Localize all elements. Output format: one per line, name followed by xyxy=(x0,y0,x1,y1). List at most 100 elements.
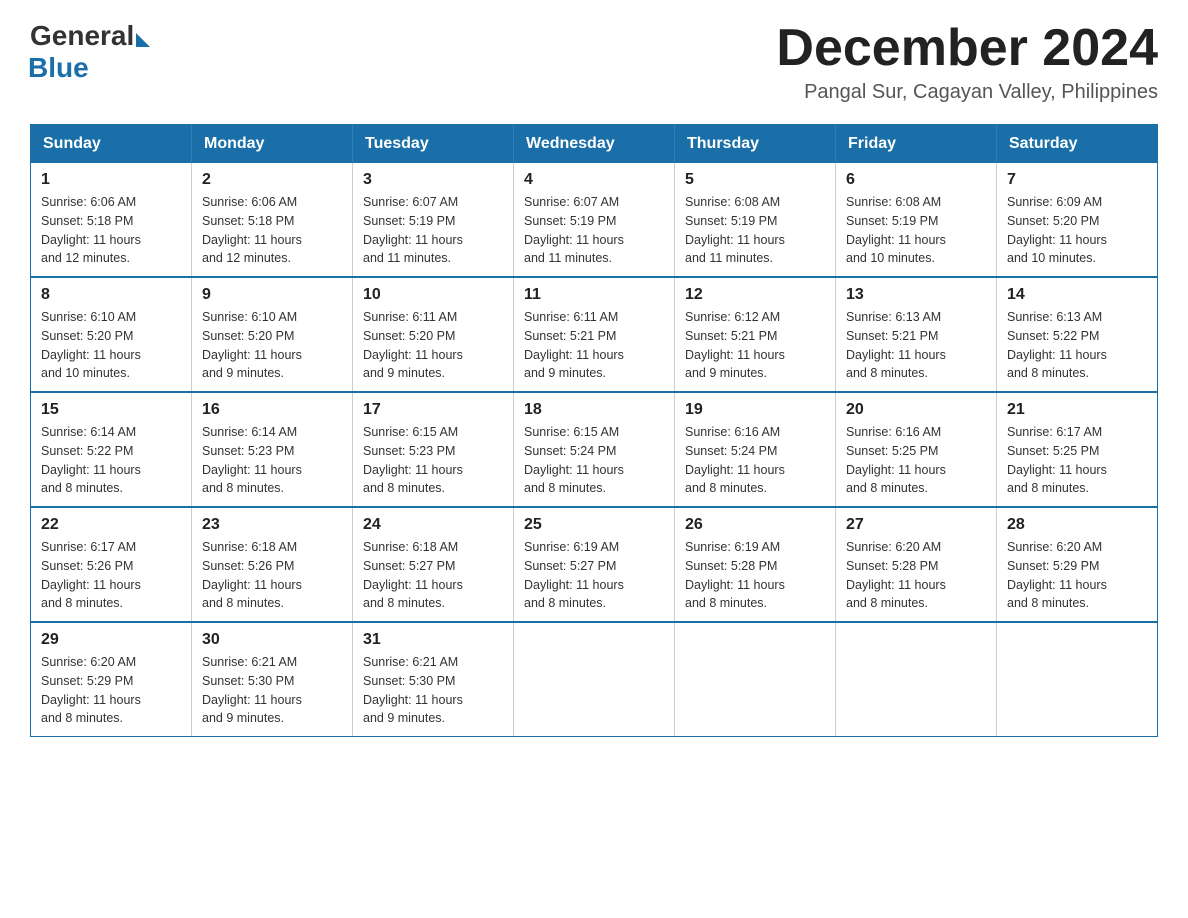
calendar-cell: 15Sunrise: 6:14 AMSunset: 5:22 PMDayligh… xyxy=(31,392,192,507)
day-info: Sunrise: 6:07 AMSunset: 5:19 PMDaylight:… xyxy=(524,193,664,268)
day-info: Sunrise: 6:14 AMSunset: 5:23 PMDaylight:… xyxy=(202,423,342,498)
day-info: Sunrise: 6:11 AMSunset: 5:21 PMDaylight:… xyxy=(524,308,664,383)
calendar-cell: 23Sunrise: 6:18 AMSunset: 5:26 PMDayligh… xyxy=(192,507,353,622)
calendar-week-row: 22 Sunrise: 6:17 AMSunset: 5:26 PMDayligh… xyxy=(31,507,1158,622)
day-info: Sunrise: 6:18 AMSunset: 5:26 PMDaylight:… xyxy=(202,538,342,613)
day-number: 8 xyxy=(41,286,181,304)
calendar-cell: 16 Sunrise: 6:14 AMSunset: 5:23 PMDayligh… xyxy=(192,392,353,507)
weekday-header-saturday: Saturday xyxy=(997,125,1158,164)
calendar-cell: 29 Sunrise: 6:20 AMSunset: 5:29 PMDayligh… xyxy=(31,622,192,737)
calendar-cell: 20 Sunrise: 6:16 AMSunset: 5:25 PMDayligh… xyxy=(836,392,997,507)
calendar-cell: 21 Sunrise: 6:17 AMSunset: 5:25 PMDayligh… xyxy=(997,392,1158,507)
calendar-cell: 24 Sunrise: 6:18 AMSunset: 5:27 PMDayligh… xyxy=(353,507,514,622)
day-number: 25 xyxy=(524,516,664,534)
day-number: 22 xyxy=(41,516,181,534)
day-info: Sunrise: 6:19 AMSunset: 5:28 PMDaylight:… xyxy=(685,538,825,613)
day-info: Sunrise: 6:10 AMSunset: 5:20 PMDaylight:… xyxy=(41,308,181,383)
calendar-cell: 8 Sunrise: 6:10 AMSunset: 5:20 PMDaylight… xyxy=(31,277,192,392)
calendar-cell: 7 Sunrise: 6:09 AMSunset: 5:20 PMDaylight… xyxy=(997,163,1158,277)
day-number: 14 xyxy=(1007,286,1147,304)
day-number: 16 xyxy=(202,401,342,419)
weekday-header-thursday: Thursday xyxy=(675,125,836,164)
calendar-cell: 3 Sunrise: 6:07 AMSunset: 5:19 PMDaylight… xyxy=(353,163,514,277)
calendar-cell: 25 Sunrise: 6:19 AMSunset: 5:27 PMDayligh… xyxy=(514,507,675,622)
day-number: 19 xyxy=(685,401,825,419)
calendar-cell: 31 Sunrise: 6:21 AMSunset: 5:30 PMDayligh… xyxy=(353,622,514,737)
calendar-cell xyxy=(675,622,836,737)
calendar-cell: 6Sunrise: 6:08 AMSunset: 5:19 PMDaylight… xyxy=(836,163,997,277)
day-number: 6 xyxy=(846,171,986,189)
day-number: 10 xyxy=(363,286,503,304)
day-info: Sunrise: 6:07 AMSunset: 5:19 PMDaylight:… xyxy=(363,193,503,268)
day-number: 1 xyxy=(41,171,181,189)
day-number: 21 xyxy=(1007,401,1147,419)
day-info: Sunrise: 6:09 AMSunset: 5:20 PMDaylight:… xyxy=(1007,193,1147,268)
calendar-cell: 28 Sunrise: 6:20 AMSunset: 5:29 PMDayligh… xyxy=(997,507,1158,622)
day-info: Sunrise: 6:21 AMSunset: 5:30 PMDaylight:… xyxy=(202,653,342,728)
day-info: Sunrise: 6:19 AMSunset: 5:27 PMDaylight:… xyxy=(524,538,664,613)
day-number: 29 xyxy=(41,631,181,649)
day-number: 30 xyxy=(202,631,342,649)
calendar-cell: 13Sunrise: 6:13 AMSunset: 5:21 PMDayligh… xyxy=(836,277,997,392)
day-info: Sunrise: 6:16 AMSunset: 5:25 PMDaylight:… xyxy=(846,423,986,498)
day-info: Sunrise: 6:18 AMSunset: 5:27 PMDaylight:… xyxy=(363,538,503,613)
calendar-cell: 19Sunrise: 6:16 AMSunset: 5:24 PMDayligh… xyxy=(675,392,836,507)
day-number: 7 xyxy=(1007,171,1147,189)
weekday-header-friday: Friday xyxy=(836,125,997,164)
calendar-week-row: 1 Sunrise: 6:06 AMSunset: 5:18 PMDaylight… xyxy=(31,163,1158,277)
calendar-cell: 18 Sunrise: 6:15 AMSunset: 5:24 PMDayligh… xyxy=(514,392,675,507)
day-info: Sunrise: 6:08 AMSunset: 5:19 PMDaylight:… xyxy=(685,193,825,268)
weekday-header-sunday: Sunday xyxy=(31,125,192,164)
calendar-cell xyxy=(514,622,675,737)
day-number: 20 xyxy=(846,401,986,419)
day-number: 4 xyxy=(524,171,664,189)
location-title: Pangal Sur, Cagayan Valley, Philippines xyxy=(776,81,1158,104)
calendar-cell: 17Sunrise: 6:15 AMSunset: 5:23 PMDayligh… xyxy=(353,392,514,507)
month-title: December 2024 xyxy=(776,20,1158,77)
calendar-week-row: 29 Sunrise: 6:20 AMSunset: 5:29 PMDayligh… xyxy=(31,622,1158,737)
calendar-cell: 12Sunrise: 6:12 AMSunset: 5:21 PMDayligh… xyxy=(675,277,836,392)
calendar-cell: 2Sunrise: 6:06 AMSunset: 5:18 PMDaylight… xyxy=(192,163,353,277)
day-info: Sunrise: 6:15 AMSunset: 5:24 PMDaylight:… xyxy=(524,423,664,498)
calendar-cell xyxy=(997,622,1158,737)
day-info: Sunrise: 6:14 AMSunset: 5:22 PMDaylight:… xyxy=(41,423,181,498)
day-number: 31 xyxy=(363,631,503,649)
calendar-cell: 4 Sunrise: 6:07 AMSunset: 5:19 PMDaylight… xyxy=(514,163,675,277)
day-info: Sunrise: 6:20 AMSunset: 5:29 PMDaylight:… xyxy=(1007,538,1147,613)
title-section: December 2024 Pangal Sur, Cagayan Valley… xyxy=(776,20,1158,104)
logo: General Blue xyxy=(30,20,150,84)
logo-general-text: General xyxy=(30,20,134,52)
day-number: 17 xyxy=(363,401,503,419)
day-info: Sunrise: 6:20 AMSunset: 5:28 PMDaylight:… xyxy=(846,538,986,613)
day-info: Sunrise: 6:20 AMSunset: 5:29 PMDaylight:… xyxy=(41,653,181,728)
day-info: Sunrise: 6:13 AMSunset: 5:22 PMDaylight:… xyxy=(1007,308,1147,383)
calendar-cell: 26 Sunrise: 6:19 AMSunset: 5:28 PMDayligh… xyxy=(675,507,836,622)
day-number: 26 xyxy=(685,516,825,534)
calendar-cell: 1Sunrise: 6:06 AMSunset: 5:18 PMDaylight… xyxy=(31,163,192,277)
calendar-cell: 5 Sunrise: 6:08 AMSunset: 5:19 PMDaylight… xyxy=(675,163,836,277)
page-header: General Blue December 2024 Pangal Sur, C… xyxy=(30,20,1158,104)
day-info: Sunrise: 6:12 AMSunset: 5:21 PMDaylight:… xyxy=(685,308,825,383)
calendar-week-row: 15Sunrise: 6:14 AMSunset: 5:22 PMDayligh… xyxy=(31,392,1158,507)
calendar-cell: 14 Sunrise: 6:13 AMSunset: 5:22 PMDayligh… xyxy=(997,277,1158,392)
day-info: Sunrise: 6:13 AMSunset: 5:21 PMDaylight:… xyxy=(846,308,986,383)
day-number: 24 xyxy=(363,516,503,534)
day-info: Sunrise: 6:06 AMSunset: 5:18 PMDaylight:… xyxy=(202,193,342,268)
weekday-header-monday: Monday xyxy=(192,125,353,164)
calendar-cell: 9Sunrise: 6:10 AMSunset: 5:20 PMDaylight… xyxy=(192,277,353,392)
day-number: 18 xyxy=(524,401,664,419)
day-number: 9 xyxy=(202,286,342,304)
calendar-cell xyxy=(836,622,997,737)
calendar-cell: 22 Sunrise: 6:17 AMSunset: 5:26 PMDayligh… xyxy=(31,507,192,622)
day-info: Sunrise: 6:17 AMSunset: 5:26 PMDaylight:… xyxy=(41,538,181,613)
day-info: Sunrise: 6:11 AMSunset: 5:20 PMDaylight:… xyxy=(363,308,503,383)
calendar-week-row: 8 Sunrise: 6:10 AMSunset: 5:20 PMDaylight… xyxy=(31,277,1158,392)
day-number: 5 xyxy=(685,171,825,189)
day-info: Sunrise: 6:17 AMSunset: 5:25 PMDaylight:… xyxy=(1007,423,1147,498)
day-info: Sunrise: 6:21 AMSunset: 5:30 PMDaylight:… xyxy=(363,653,503,728)
weekday-header-wednesday: Wednesday xyxy=(514,125,675,164)
day-number: 28 xyxy=(1007,516,1147,534)
logo-blue-text: Blue xyxy=(28,52,89,84)
day-number: 11 xyxy=(524,286,664,304)
day-number: 3 xyxy=(363,171,503,189)
